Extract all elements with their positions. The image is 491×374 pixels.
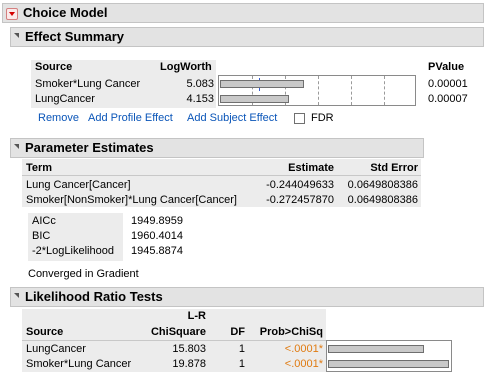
col-header-pvalue: PValue: [428, 61, 465, 73]
fdr-label: FDR: [311, 112, 334, 124]
lr-bar: [328, 360, 449, 368]
lr-prob: <.0001*: [284, 343, 323, 355]
fit-stat-label: BIC: [32, 230, 51, 242]
effect-source[interactable]: LungCancer: [35, 93, 95, 105]
lr-chart: [326, 340, 452, 372]
section-title: Likelihood Ratio Tests: [25, 289, 163, 304]
col-header-source: Source: [35, 61, 73, 73]
collapse-icon[interactable]: [14, 33, 19, 38]
add-subject-effect-button[interactable]: Add Subject Effect: [187, 112, 277, 124]
fit-stat-label: AICc: [32, 215, 56, 227]
term-name: Lung Cancer[Cancer]: [26, 179, 131, 191]
logworth-gridline: [351, 76, 352, 105]
logworth-gridline: [384, 76, 385, 105]
red-triangle-menu-icon[interactable]: [6, 8, 18, 20]
col-header-chisquare: ChiSquare: [150, 326, 206, 338]
stderr-value: 0.0649808386: [347, 194, 418, 206]
lr-df: 1: [238, 358, 245, 370]
remove-button[interactable]: Remove: [38, 112, 79, 124]
estimate-value: -0.244049633: [266, 179, 334, 191]
lr-source: Smoker*Lung Cancer: [26, 358, 132, 370]
col-header-prob: Prob>ChiSq: [259, 326, 323, 338]
col-header-logworth: LogWorth: [160, 61, 212, 73]
fit-stat-label: -2*LogLikelihood: [32, 245, 114, 257]
lr-source: LungCancer: [26, 343, 86, 355]
table-divider: [22, 175, 421, 176]
convergence-status: Converged in Gradient: [28, 268, 139, 280]
fit-stat-value: 1949.8959: [131, 215, 183, 227]
parameter-estimates-header[interactable]: Parameter Estimates: [10, 138, 424, 158]
report-title: Choice Model: [23, 5, 108, 20]
collapse-icon[interactable]: [14, 144, 19, 149]
lr-bar: [328, 345, 424, 353]
choice-model-header[interactable]: Choice Model: [2, 3, 484, 23]
logworth-chart: [218, 75, 416, 106]
likelihood-ratio-header[interactable]: Likelihood Ratio Tests: [10, 287, 484, 307]
fit-stat-value: 1945.8874: [131, 245, 183, 257]
logworth-gridline: [318, 76, 319, 105]
effect-summary-header[interactable]: Effect Summary: [10, 27, 484, 47]
term-name: Smoker[NonSmoker]*Lung Cancer[Cancer]: [26, 194, 237, 206]
lr-chisq: 15.803: [172, 343, 206, 355]
add-profile-effect-button[interactable]: Add Profile Effect: [88, 112, 173, 124]
effect-source[interactable]: Smoker*Lung Cancer: [35, 78, 140, 90]
lr-chisq: 19.878: [172, 358, 206, 370]
estimate-value: -0.272457870: [266, 194, 334, 206]
col-header-source: Source: [26, 326, 64, 338]
logworth-bar: [220, 80, 304, 88]
logworth-bar: [220, 95, 289, 103]
col-header-term: Term: [26, 162, 53, 174]
section-title: Effect Summary: [25, 29, 124, 44]
effect-pvalue: 0.00007: [428, 93, 468, 105]
col-header-stderr: Std Error: [370, 162, 418, 174]
table-divider: [22, 340, 326, 341]
lr-prob: <.0001*: [284, 358, 323, 370]
col-header-lr: L-R: [187, 310, 206, 322]
fdr-checkbox[interactable]: [294, 113, 305, 124]
fit-stat-value: 1960.4014: [131, 230, 183, 242]
col-header-estimate: Estimate: [288, 162, 334, 174]
col-header-df: DF: [230, 326, 245, 338]
effect-logworth: 5.083: [186, 78, 214, 90]
section-title: Parameter Estimates: [25, 140, 154, 155]
collapse-icon[interactable]: [14, 293, 19, 298]
effect-logworth: 4.153: [186, 93, 214, 105]
effect-pvalue: 0.00001: [428, 78, 468, 90]
stderr-value: 0.0649808386: [347, 179, 418, 191]
lr-df: 1: [238, 343, 245, 355]
